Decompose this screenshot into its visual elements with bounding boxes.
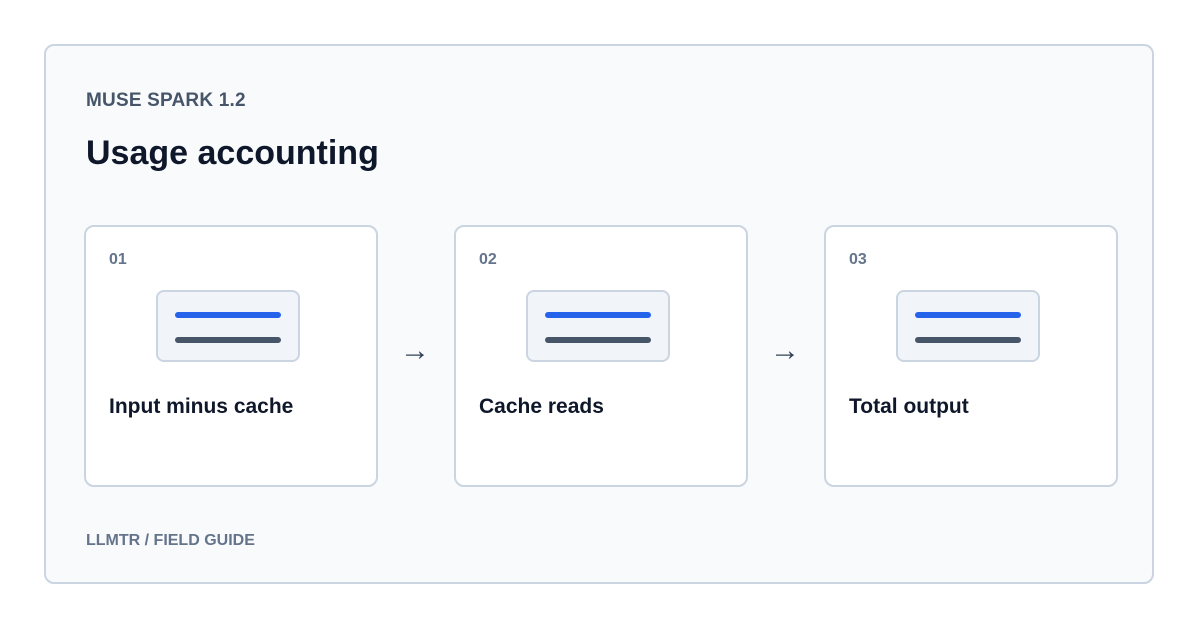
arrow-right-icon: → [400, 334, 430, 367]
arrow-right-icon: → [770, 334, 800, 367]
step-card-cache-reads: 02 Cache reads [454, 225, 748, 487]
step-label: Cache reads [479, 395, 604, 418]
step-number: 02 [479, 251, 497, 268]
muted-line [915, 337, 1021, 343]
muted-line [175, 337, 281, 343]
step-label: Total output [849, 395, 969, 418]
accent-line [545, 312, 651, 318]
eyebrow-label: MUSE SPARK 1.2 [86, 90, 246, 111]
step-number: 03 [849, 251, 867, 268]
document-lines-icon [156, 290, 300, 362]
step-card-total-output: 03 Total output [824, 225, 1118, 487]
accent-line [915, 312, 1021, 318]
page-title: Usage accounting [86, 134, 379, 172]
step-number: 01 [109, 251, 127, 268]
document-lines-icon [526, 290, 670, 362]
document-lines-icon [896, 290, 1040, 362]
accent-line [175, 312, 281, 318]
step-label: Input minus cache [109, 395, 294, 418]
footer-credit: LLMTR / FIELD GUIDE [86, 532, 255, 549]
step-card-input-minus-cache: 01 Input minus cache [84, 225, 378, 487]
diagram-card: MUSE SPARK 1.2 Usage accounting 01 Input… [44, 44, 1154, 584]
muted-line [545, 337, 651, 343]
